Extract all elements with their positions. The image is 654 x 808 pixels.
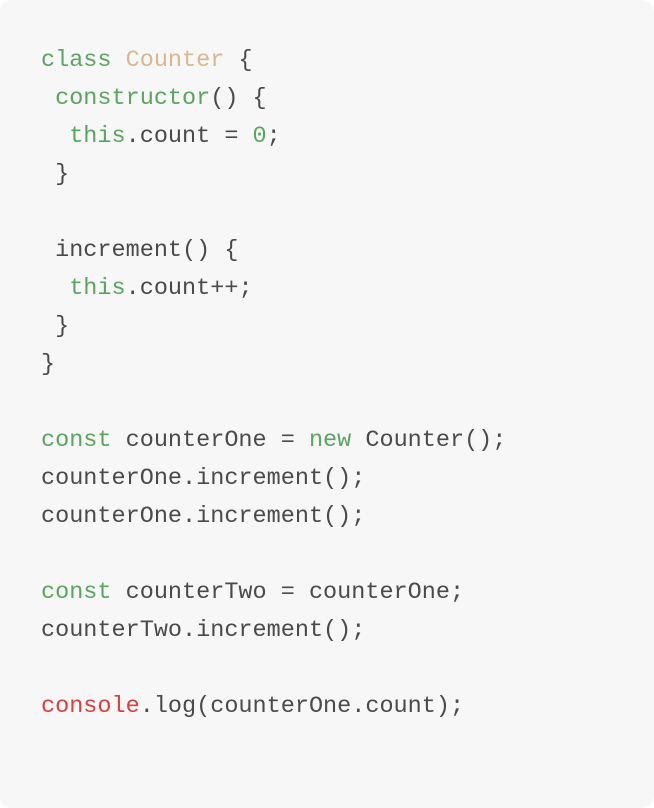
code-line: class Counter { <box>41 42 506 80</box>
code-line: counterTwo.increment(); <box>41 612 506 650</box>
code-line: console.log(counterOne.count); <box>41 688 506 726</box>
code-keyword: this <box>41 123 126 150</box>
code-text: Counter(); <box>351 427 507 454</box>
code-keyword: constructor <box>41 85 211 112</box>
code-keyword: const <box>41 427 112 454</box>
code-keyword: new <box>308 427 352 454</box>
code-text: counterOne.increment(); <box>41 503 366 530</box>
code-text: counterOne = <box>111 427 309 454</box>
code-keyword: class <box>41 47 126 74</box>
code-line: counterOne.increment(); <box>41 460 506 498</box>
code-line: } <box>41 308 506 346</box>
code-text: .count++; <box>125 275 253 302</box>
code-line: } <box>41 156 506 194</box>
code-text: } <box>41 313 70 340</box>
code-text: } <box>41 351 56 378</box>
code-line: } <box>41 346 506 384</box>
code-line: const counterOne = new Counter(); <box>41 422 506 460</box>
code-text: } <box>41 161 70 188</box>
code-line: const counterTwo = counterOne; <box>41 574 506 612</box>
code-line: counterOne.increment(); <box>41 498 506 536</box>
code-text: increment() { <box>41 237 239 264</box>
code-text: counterOne.increment(); <box>41 465 366 492</box>
code-line: increment() { <box>41 232 506 270</box>
code-global: console <box>41 693 140 720</box>
code-text: .count = <box>125 123 253 150</box>
code-snippet-panel: class Counter { constructor() { this.cou… <box>0 0 654 808</box>
code-text: () { <box>210 85 267 112</box>
code-number: 0 <box>252 123 267 150</box>
code-text: ; <box>266 123 281 150</box>
code-text: counterTwo.increment(); <box>41 617 366 644</box>
code-line: this.count++; <box>41 270 506 308</box>
code-line: constructor() { <box>41 80 506 118</box>
code-text: counterTwo = counterOne; <box>111 579 465 606</box>
code-text: .log(counterOne.count); <box>139 693 465 720</box>
code-keyword: this <box>41 275 126 302</box>
code-text: { <box>224 47 253 74</box>
code-line: this.count = 0; <box>41 118 506 156</box>
code-keyword: const <box>41 579 112 606</box>
code-class-name: Counter <box>125 47 225 74</box>
code-block: class Counter { constructor() { this.cou… <box>41 42 506 726</box>
